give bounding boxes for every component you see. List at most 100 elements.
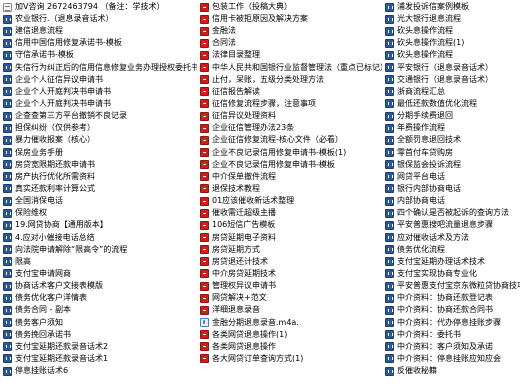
- file-item[interactable]: 信用中国信用修复承诺书-模板: [0, 37, 197, 49]
- file-item[interactable]: 平安普惠支付宝京东微粒贷协商技巧: [382, 280, 520, 292]
- file-item[interactable]: 砍头息操作流程(1): [382, 37, 520, 49]
- file-item[interactable]: 砍头息操作流程: [382, 49, 520, 61]
- file-item[interactable]: 中介保单撤件流程: [197, 171, 382, 183]
- file-item[interactable]: 担保纠纷（仅供参考）: [0, 122, 197, 134]
- file-item[interactable]: 管理权异议申请书: [197, 280, 382, 292]
- file-item[interactable]: 企业征信管理办法23条: [197, 122, 382, 134]
- file-item[interactable]: 债务优化客户洋情表: [0, 292, 197, 304]
- file-item[interactable]: 年费操作流程: [382, 122, 520, 134]
- file-item[interactable]: 信用卡被拒原因及解决方案: [197, 13, 382, 25]
- file-item[interactable]: 中介资料：代办停息挂账步骤: [382, 317, 520, 329]
- file-item[interactable]: 退保技术教程: [197, 183, 382, 195]
- file-item[interactable]: 中华人民共和国银行业监督管理法（重点已标记）: [197, 62, 382, 74]
- file-item[interactable]: 中介资料：协商还款合同书: [382, 304, 520, 316]
- file-item[interactable]: 支付宝延期还款录音话术1: [0, 353, 197, 365]
- file-item[interactable]: 中介资料：委托书: [382, 329, 520, 341]
- file-item[interactable]: 洋细退息录音: [197, 304, 382, 316]
- file-item[interactable]: 合同法: [197, 37, 382, 49]
- file-item[interactable]: 各大网贷订单查询方式(1): [197, 353, 382, 365]
- file-item[interactable]: 各类网贷退息操作(1): [197, 329, 382, 341]
- file-item[interactable]: 保房业务手册: [0, 147, 197, 159]
- file-item[interactable]: 反催收秘籍: [382, 365, 520, 377]
- file-item[interactable]: 房贷宽限期还款申请书: [0, 159, 197, 171]
- file-item[interactable]: 网贷平台电话: [382, 171, 520, 183]
- file-item[interactable]: 浦发投诉信案例模板: [382, 1, 520, 13]
- file-name: 退保技术教程: [212, 183, 260, 193]
- file-item[interactable]: 光大银行退息流程: [382, 13, 520, 25]
- file-item[interactable]: 真实还款利率计算公式: [0, 183, 197, 195]
- file-item[interactable]: 征信异议处理资料: [197, 110, 382, 122]
- file-item[interactable]: 失信行为纠正后的信用信息修复业务办理授权委托书: [0, 62, 197, 74]
- file-item[interactable]: 平安银行（退息录音话术）: [382, 62, 520, 74]
- file-item[interactable]: 债务客户须知: [0, 317, 197, 329]
- file-item[interactable]: 农业银行.（退息录音话术）: [0, 13, 197, 25]
- file-name: 浦发投诉信案例模板: [397, 2, 469, 11]
- file-item[interactable]: 应对催收话术及方法: [382, 232, 520, 244]
- file-item[interactable]: 催收需迁超级主播: [197, 207, 382, 219]
- word-document-icon: [385, 123, 394, 133]
- file-item[interactable]: 平安普惠搜吧流量退息步骤: [382, 219, 520, 231]
- file-item[interactable]: 暴力催收报案（核心）: [0, 134, 197, 146]
- file-item[interactable]: 企业个人开庭判决书申请书: [0, 86, 197, 98]
- file-item[interactable]: 支付宝申请网商: [0, 268, 197, 280]
- file-item[interactable]: 房贷延期方式: [197, 244, 382, 256]
- file-item[interactable]: 协商话术客户文接表模版: [0, 280, 197, 292]
- file-item[interactable]: 企业征信修复流程-核心文件（必看）: [197, 134, 382, 146]
- file-item[interactable]: 全国消保电话: [0, 195, 197, 207]
- file-item[interactable]: 全额罚息退回技术: [382, 134, 520, 146]
- file-item[interactable]: 支付宝延期办理话术技术: [382, 256, 520, 268]
- file-item[interactable]: 企业不良记录信用修复申请书-模板: [197, 159, 382, 171]
- file-item[interactable]: 19.网贷协商【通用版本】: [0, 219, 197, 231]
- file-item[interactable]: 房产执行优化所需资料: [0, 171, 197, 183]
- file-item[interactable]: 征信报告解读: [197, 86, 382, 98]
- pdf-file-icon: [200, 293, 209, 303]
- file-item[interactable]: 银保监会投诉流程: [382, 159, 520, 171]
- file-item[interactable]: 房贷退还计技术: [197, 256, 382, 268]
- word-document-icon: [3, 354, 12, 364]
- file-item[interactable]: 企业个人开庭判决书申请书: [0, 98, 197, 110]
- file-item[interactable]: 守信承诺书-模板: [0, 49, 197, 61]
- file-item[interactable]: 限高: [0, 256, 197, 268]
- file-item[interactable]: 房贷延期电子资料: [197, 232, 382, 244]
- file-item[interactable]: 最低还款数值优化流程: [382, 98, 520, 110]
- file-item[interactable]: 债务优化流程: [382, 244, 520, 256]
- file-item[interactable]: 金融分期退息录音.m4a.: [197, 317, 382, 329]
- file-item[interactable]: 各类网贷退息操作: [197, 341, 382, 353]
- file-item[interactable]: 分期手续费退回: [382, 110, 520, 122]
- file-item[interactable]: 中介资料：客户须知及承诺: [382, 341, 520, 353]
- file-item[interactable]: 加V咨询 2672463794 （备注：学技术）: [0, 1, 197, 13]
- file-item[interactable]: 砍头息操作流程: [382, 25, 520, 37]
- file-item[interactable]: 征信修复流程步骤，注意事项: [197, 98, 382, 110]
- file-item[interactable]: 银行内部协商电话: [382, 183, 520, 195]
- file-item[interactable]: 4.应对小催接电话总结: [0, 232, 197, 244]
- file-item[interactable]: 法律目录整理: [197, 49, 382, 61]
- file-item[interactable]: 止付，呆账，五级分类处理方法: [197, 74, 382, 86]
- file-item[interactable]: 金融法: [197, 25, 382, 37]
- file-item[interactable]: 企业个人征信异议申请书: [0, 74, 197, 86]
- file-item[interactable]: 交通银行（退息录音话术）: [382, 74, 520, 86]
- file-item[interactable]: 中介资料：协商还款登记表: [382, 292, 520, 304]
- word-document-icon: [385, 148, 394, 158]
- file-item[interactable]: 106短信广告模板: [197, 219, 382, 231]
- file-item[interactable]: 01应该催收新话术整理: [197, 195, 382, 207]
- file-item[interactable]: 四个确认是否被起诉的查询方法: [382, 207, 520, 219]
- file-item[interactable]: 支付宝延期还款录音话术2: [0, 341, 197, 353]
- file-name: 中华人民共和国银行业监督管理法（重点已标记）: [212, 62, 382, 72]
- file-item[interactable]: 中介房贷延期技术: [197, 268, 382, 280]
- file-item[interactable]: 支付宝实现协商专业化: [382, 268, 520, 280]
- file-item[interactable]: 内部协商电话: [382, 195, 520, 207]
- file-item[interactable]: 网贷解决+范文: [197, 292, 382, 304]
- file-item[interactable]: 建信退息流程: [0, 25, 197, 37]
- file-item[interactable]: 企查查第三方平台撤销不良记录: [0, 110, 197, 122]
- file-item[interactable]: 包装工作（投稿大典）: [197, 1, 382, 13]
- file-item[interactable]: 向法院申请解除“限高令”的流程: [0, 244, 197, 256]
- file-item[interactable]: 浙商流程汇总: [382, 86, 520, 98]
- file-item[interactable]: 保险维权: [0, 207, 197, 219]
- file-item[interactable]: 企业不良记录信用修复申请书-模板(1): [197, 147, 382, 159]
- file-item[interactable]: 债务合同 - 副本: [0, 304, 197, 316]
- file-item[interactable]: 中介资料：停息挂账应知应会: [382, 353, 520, 365]
- file-name: 网贷平台电话: [397, 171, 445, 181]
- file-item[interactable]: 零首付车贷购房: [382, 147, 520, 159]
- file-item[interactable]: 停息挂账话术6: [0, 365, 197, 377]
- file-item[interactable]: 债务挽回承诺书: [0, 329, 197, 341]
